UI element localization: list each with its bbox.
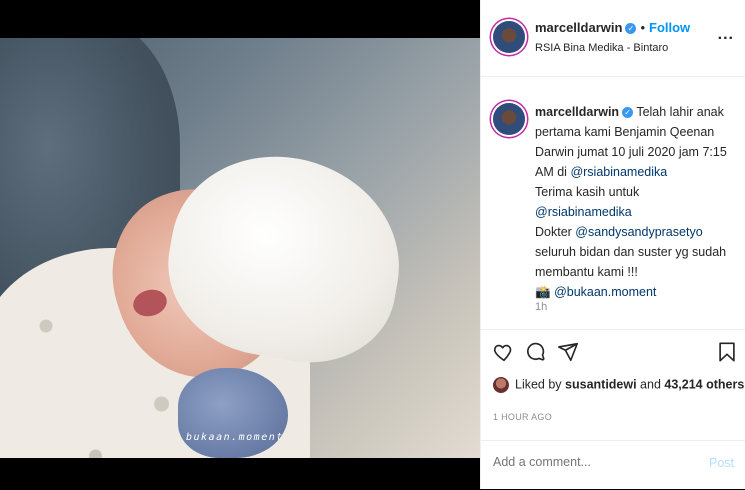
caption-line-3: Dokter xyxy=(535,225,576,239)
follow-button[interactable]: Follow xyxy=(649,20,690,35)
author-username[interactable]: marcelldarwin xyxy=(535,20,622,35)
bookmark-icon[interactable] xyxy=(717,341,737,363)
more-icon[interactable]: ... xyxy=(718,26,734,44)
post-header: marcelldarwin ✓ • Follow RSIA Bina Medika -… xyxy=(481,0,745,77)
caption-author-avatar[interactable] xyxy=(493,103,525,135)
comment-icon[interactable] xyxy=(525,341,547,363)
action-bar xyxy=(481,335,745,375)
likes-summary: Liked by susantidewi and 43,214 others xyxy=(493,377,744,393)
caption-line-2: Terima kasih untuk xyxy=(535,185,640,199)
caption-time-ago[interactable]: 1h xyxy=(535,301,547,313)
heart-icon[interactable] xyxy=(493,341,515,363)
mention-bukaan-moment[interactable]: @bukaan.moment xyxy=(554,285,656,299)
post-image[interactable]: bukaan.moment xyxy=(0,38,480,458)
caption-text: marcelldarwin ✓ Telah lahir anak pertama … xyxy=(535,102,735,302)
location-link[interactable]: RSIA Bina Medika - Bintaro xyxy=(535,42,668,54)
image-watermark: bukaan.moment xyxy=(186,432,284,443)
likes-count[interactable]: 43,214 others xyxy=(664,377,744,391)
caption-username[interactable]: marcelldarwin xyxy=(535,105,619,119)
liker-username[interactable]: susantidewi xyxy=(565,377,637,391)
caption-line-4: seluruh bidan dan suster yg sudah memban… xyxy=(535,245,727,279)
likes-prefix: Liked by xyxy=(515,377,566,392)
likes-middle: and xyxy=(636,377,665,392)
post-side-panel: marcelldarwin ✓ • Follow RSIA Bina Medika -… xyxy=(480,0,745,489)
post-timestamp[interactable]: 1 HOUR AGO xyxy=(493,412,552,422)
author-avatar[interactable] xyxy=(493,21,525,53)
verified-badge-icon: ✓ xyxy=(625,23,637,35)
comment-input[interactable] xyxy=(493,455,683,469)
share-icon[interactable] xyxy=(557,341,579,363)
comment-bar: Post xyxy=(481,440,745,490)
caption-section: marcelldarwin ✓ Telah lahir anak pertama … xyxy=(481,77,745,330)
gloved-hand xyxy=(178,368,288,458)
mention-sandysandyprasetyo[interactable]: @sandysandyprasetyo xyxy=(575,225,702,239)
mention-rsiabinamedika-1[interactable]: @rsiabinamedika xyxy=(570,165,667,179)
mention-rsiabinamedika-2[interactable]: @rsiabinamedika xyxy=(535,205,632,219)
separator-dot: • xyxy=(640,20,645,35)
post-comment-button[interactable]: Post xyxy=(709,456,734,470)
author-row: marcelldarwin ✓ • Follow xyxy=(535,20,690,35)
liker-avatar[interactable] xyxy=(493,377,509,393)
camera-emoji-icon: 📸 xyxy=(535,285,551,299)
verified-badge-icon: ✓ xyxy=(622,107,634,119)
